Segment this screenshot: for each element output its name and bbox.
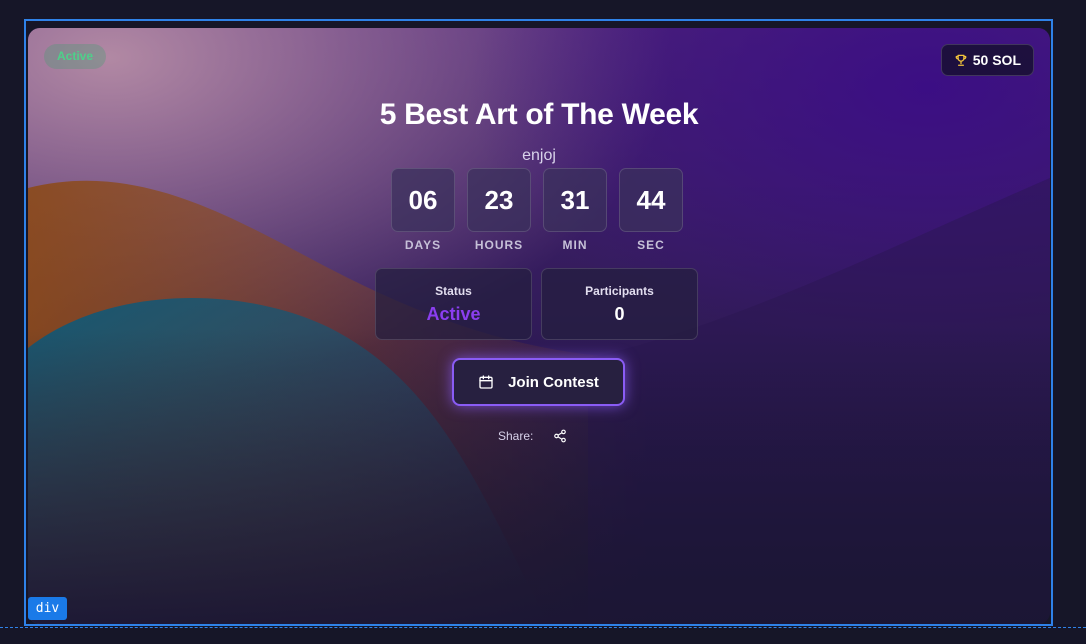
contest-hero-card: Active 50 SOL 5 Best Art of The Week enj…	[28, 28, 1050, 624]
share-label: Share:	[498, 429, 534, 443]
countdown-seconds-value: 44	[619, 168, 683, 232]
countdown-hours: 23 HOURS	[467, 168, 531, 252]
contest-stats: Status Active Participants 0	[375, 268, 698, 340]
status-stat-label: Status	[435, 283, 472, 298]
inspector-guide-line	[0, 627, 1086, 628]
countdown-days: 06 DAYS	[391, 168, 455, 252]
participants-stat-card: Participants 0	[541, 268, 698, 340]
status-stat-card: Status Active	[375, 268, 532, 340]
status-stat-value: Active	[426, 303, 481, 324]
countdown-hours-label: HOURS	[474, 238, 524, 252]
contest-title: 5 Best Art of The Week	[379, 98, 699, 131]
countdown-timer: 06 DAYS 23 HOURS 31 MIN 44 SEC	[391, 168, 683, 252]
participants-stat-value: 0	[614, 303, 625, 324]
countdown-days-value: 06	[391, 168, 455, 232]
join-contest-label: Join Contest	[508, 373, 599, 391]
join-contest-button[interactable]: Join Contest	[452, 358, 625, 406]
share-icon[interactable]	[553, 429, 567, 443]
contest-subtitle: enjoj	[522, 147, 556, 164]
countdown-minutes-label: MIN	[562, 238, 588, 252]
contest-content: 5 Best Art of The Week enjoj 06 DAYS 23 …	[28, 28, 1050, 624]
calendar-icon	[478, 374, 494, 390]
countdown-minutes-value: 31	[543, 168, 607, 232]
inspector-element-tag: div	[28, 597, 67, 620]
page: Active 50 SOL 5 Best Art of The Week enj…	[0, 0, 1086, 644]
countdown-seconds: 44 SEC	[619, 168, 683, 252]
countdown-seconds-label: SEC	[637, 238, 665, 252]
countdown-minutes: 31 MIN	[543, 168, 607, 252]
participants-stat-label: Participants	[585, 283, 654, 298]
countdown-hours-value: 23	[467, 168, 531, 232]
share-row: Share:	[498, 429, 567, 443]
countdown-days-label: DAYS	[404, 238, 442, 252]
